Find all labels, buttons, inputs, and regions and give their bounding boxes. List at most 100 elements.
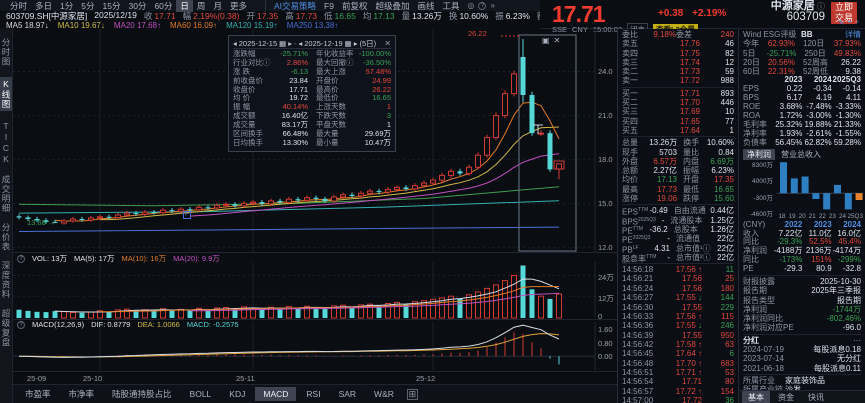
range-stats-tooltip: ◂ 2025-12-15 ▦ ▸ - ◂ 2025-12-19 ▦ ▸ (5日)… [228,35,396,152]
stock-header: 17.71 +0.38 +2.19% SSE CNY 15:00:03 闭市 查… [540,0,865,29]
tick-row: 14:56:5717.72 ↑154 [622,387,734,396]
tick-row: 14:56:1817.56 ↑11 [622,265,734,274]
bid-row: 买一17.71893 [622,89,734,98]
calendar-icon[interactable]: ▦ [345,39,352,48]
profit-chart-xaxis: 1819202122232425Q3 [777,213,863,220]
sidebar-item-深度资料[interactable]: 深度资料 [0,261,12,299]
close-icon[interactable]: ✕ [554,36,561,45]
arrow-right-icon: → [48,218,56,227]
dividend-row: 2024-07-19每股派息0.18 [743,345,861,354]
more-icon[interactable]: ⋯ [853,336,861,345]
time-axis: 25-0925-1025-1125-12 [13,371,617,383]
valuation-row: EPSTTM-0.49自由流通0.44亿 [622,206,734,215]
event-flag-icon[interactable]: F [183,211,191,219]
tooltip-row: 振 幅40.14%上涨天数1 [233,103,391,112]
indicator-tab-KDJ[interactable]: KDJ [221,387,253,401]
tooltip-header: ◂ 2025-12-15 ▦ ▸ - ◂ 2025-12-19 ▦ ▸ (5日)… [233,38,391,49]
next-arrow-icon[interactable]: ▸ [354,39,358,48]
panel-tab-资金[interactable]: 资金 [772,391,800,403]
bid-row: 买二17.70446 [622,98,734,107]
sidebar-item-K线图[interactable]: K线图 [0,77,12,111]
bid-row: 买五17.641 [622,126,734,135]
help-icon[interactable]: ? [478,2,486,10]
price-tick: 15.0 [598,199,613,208]
indicator-tab-BOLL[interactable]: BOLL [182,387,220,401]
info-icon[interactable]: ⓘ [815,2,825,11]
tooltip-row: 前收盘价23.84开盘价24.99 [233,77,391,86]
ask-row: 卖二17.7359 [622,67,734,76]
sidebar-item-TICK[interactable]: TICK [1,121,11,165]
indicator-tab-市盈率[interactable]: 市盈率 [17,386,59,402]
stock-name-block: 中源家居 ⓘ 603709 [771,1,825,23]
report-row: 报告类型报告期 [743,296,861,305]
indicator-tab-市净率[interactable]: 市净率 [61,386,103,402]
time-tick: 25-09 [27,374,46,383]
valuation-row: BPS2025Q3-流通股本1.25亿 [622,216,734,225]
sidebar-item-超级复盘[interactable]: 超级复盘 [0,309,12,347]
price-change: +0.38 +2.19% [658,8,726,19]
sidebar-item-成交明细[interactable]: 成交明细 [0,175,12,213]
pencil-icon[interactable]: ✎ [839,19,845,27]
volume-indicator-label: ? VOL: 13万MA(5): 17万 MA(10): 16万MA(20): … [17,253,220,264]
macd-tick: 0.00 [598,352,613,361]
tick-row: 14:56:2417.56180 [622,284,734,293]
bid-row: 买四17.6577 [622,117,734,126]
range-end-date[interactable]: 2025-12-19 [304,39,342,48]
indicator-tab-SAR[interactable]: SAR [331,387,364,401]
tooltip-row: 成交额16.40亿下跌天数3 [233,112,391,121]
stock-code: 603709 [771,12,825,23]
sidebar-item-分价表[interactable]: 分价表 [0,223,12,252]
indicator-tab-W&R[interactable]: W&R [366,387,402,401]
period-high-label: 26.22 [468,29,487,38]
plus-icon[interactable]: + [855,19,859,27]
tick-row: 14:56:4517.64 ↑6 [622,349,734,358]
indicator-tab-MACD[interactable]: MACD [255,387,296,401]
dividend-row: 2023-07-14无分红 [743,354,861,363]
indicator-tab-RSI[interactable]: RSI [298,387,328,401]
tick-row: 14:56:3617.55 ↓246 [622,321,734,330]
selection-box-controls: ▣ ✕ [542,36,560,45]
sidebar-item-分时图[interactable]: 分时图 [0,38,12,67]
change-pct: +2.19% [692,8,726,19]
range-start-date[interactable]: 2025-12-15 [239,39,277,48]
quote-bar: 603709.SH[中源家居]2025/12/19收17.71幅2.19%(0.… [0,11,540,21]
fundamentals-column: Wind ESG评级BB详情今年62.93%120日37.93%5日-25.71… [738,29,865,403]
time-tick: 25-10 [83,374,102,383]
report-row: 净利润对应PE-96.0 [743,323,861,332]
volume-chart[interactable] [13,262,617,319]
help-icon[interactable]: ? [17,321,25,329]
more-chevron-icon[interactable]: » [490,1,494,10]
report-row: 财报披露2025-10-30 [743,277,861,286]
price-tick: 18.0 [598,155,613,164]
macd-chart[interactable] [13,322,617,371]
performance-row: 今年62.93%120日37.93% [743,39,861,48]
indicator-tab-陆股通持股占比[interactable]: 陆股通持股占比 [104,386,180,402]
prev-arrow-icon[interactable]: ◂ [233,39,237,48]
tick-row: 14:56:3017.55229 [622,303,734,312]
stat-row: 总额2.27亿振幅6.23% [622,166,734,175]
next-arrow-icon[interactable]: ▸ [288,39,292,48]
add-indicator-button[interactable]: ⊞ [407,389,418,400]
esg-detail-link[interactable]: 详情 [845,30,861,39]
ask-row: 卖一17.72988 [622,76,734,85]
calendar-icon[interactable]: ▦ [279,39,286,48]
maximize-icon[interactable]: ▣ [542,36,550,45]
price-tick: 24.0 [598,67,613,76]
gear-icon[interactable]: ◎ [468,1,475,10]
fin-table-row: EPS0.22-0.34-0.14 [743,85,861,94]
panel-tab-快讯[interactable]: 快讯 [802,391,830,403]
square-icon[interactable]: ▪ [848,19,850,27]
profit-tab-1[interactable]: 营业总收入 [777,149,825,160]
close-icon[interactable]: ✕ [384,39,391,48]
macd-indicator-label: ? MACD(12,26,9)DIF: 0.8779 DEA: 1.0066MA… [17,320,239,329]
tick-row: 14:56:3317.56 ↑115 [622,312,734,321]
performance-row: 20日20.56%52周高26.22 [743,58,861,67]
price-tick: 21.0 [598,111,613,120]
basic-tabs: 基本资金快讯 [739,390,865,403]
help-icon[interactable]: ? [17,255,25,263]
panel-tab-基本[interactable]: 基本 [742,391,770,403]
toolbar-item[interactable]: F9 [324,1,334,11]
prev-arrow-icon[interactable]: ◂ [299,39,303,48]
profit-chart-yaxis: 8300万4000万-300万-4600万 [743,161,775,213]
industry-row: 所属行业家庭装饰品 [743,376,861,385]
